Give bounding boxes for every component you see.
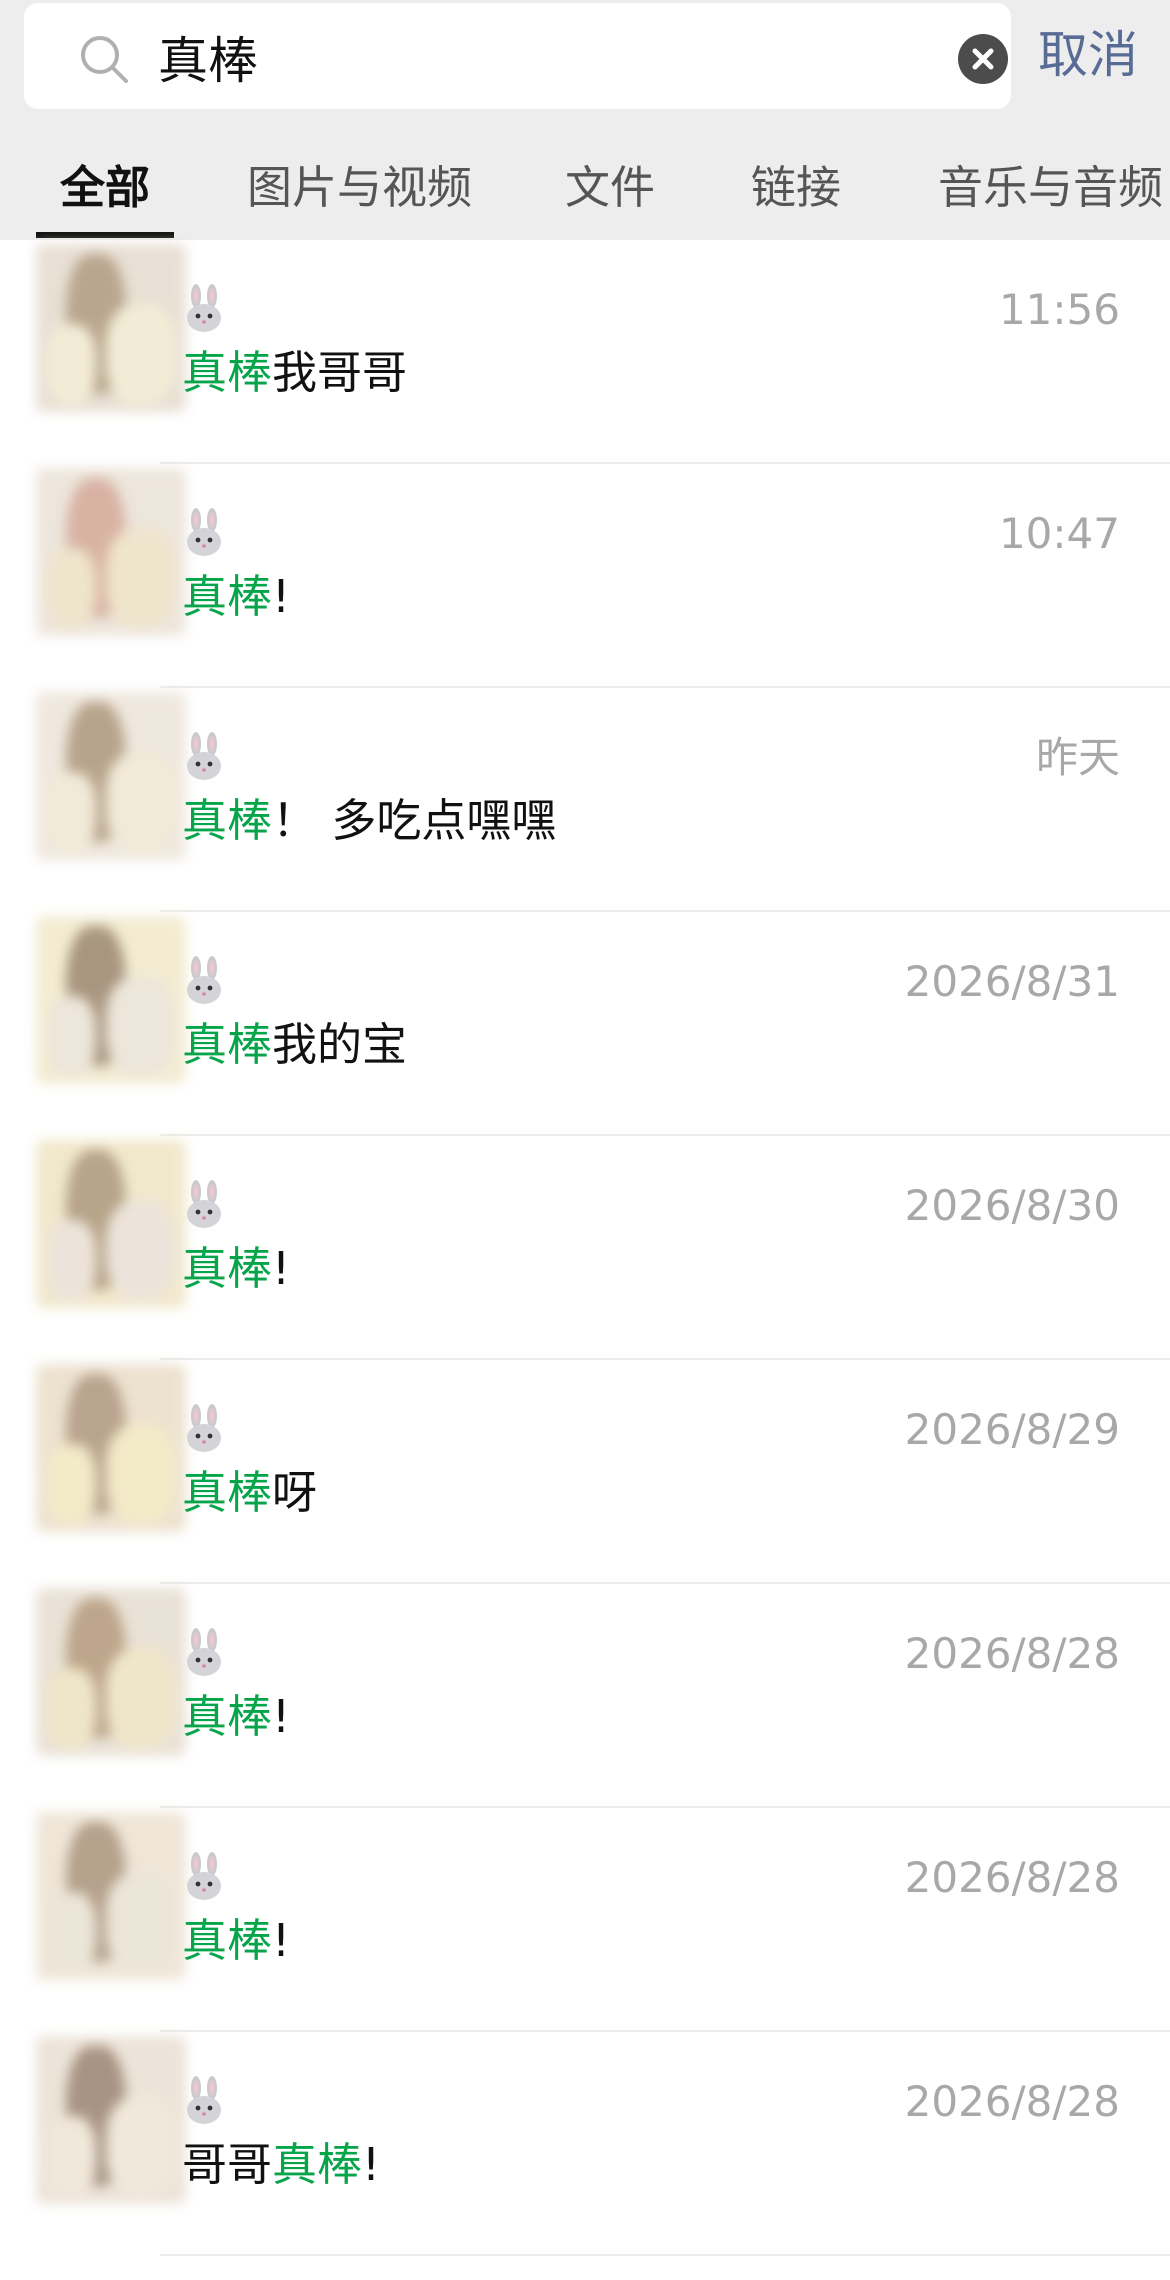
- result-time: 2026/8/28: [904, 1629, 1120, 1678]
- rabbit-icon: [187, 2076, 221, 2124]
- search-result-row[interactable]: 2026/8/30 真棒!: [0, 1136, 1170, 1360]
- avatar: [36, 916, 186, 1084]
- search-result-row[interactable]: 2026/8/28 真棒!: [0, 1584, 1170, 1808]
- result-message: 真棒!: [182, 1238, 290, 1300]
- result-time: 11:56: [998, 285, 1120, 334]
- rabbit-icon: [187, 956, 221, 1004]
- clear-search-button[interactable]: [958, 34, 1008, 84]
- result-time: 2026/8/28: [904, 2077, 1120, 2126]
- message-text-after: !: [362, 2138, 381, 2191]
- result-message: 真棒!: [182, 1686, 290, 1748]
- rabbit-icon: [187, 508, 221, 556]
- message-text-after: 呀: [272, 1466, 318, 1519]
- search-result-row[interactable]: 10:47 真棒!: [0, 464, 1170, 688]
- rabbit-icon: [187, 1628, 221, 1676]
- result-time: 2026/8/30: [904, 1181, 1120, 1230]
- message-text-after: 我哥哥: [272, 346, 408, 399]
- message-keyword-highlight: 真棒: [272, 2138, 363, 2191]
- result-message: 哥哥真棒!: [182, 2134, 380, 2196]
- avatar: [36, 692, 186, 860]
- message-keyword-highlight: 真棒: [182, 1466, 273, 1519]
- message-text-before: 哥哥: [182, 2138, 273, 2191]
- result-time: 2026/8/29: [904, 1405, 1120, 1454]
- result-message: 真棒!: [182, 566, 290, 628]
- message-text-after: 我的宝: [272, 1018, 408, 1071]
- search-icon: [81, 36, 128, 83]
- tab-links[interactable]: 链接: [751, 158, 841, 218]
- tab-images-videos[interactable]: 图片与视频: [247, 158, 472, 218]
- search-result-row[interactable]: 昨天真棒！ 多吃点嘿嘿: [0, 688, 1170, 912]
- result-message: 真棒我哥哥: [182, 342, 407, 404]
- message-keyword-highlight: 真棒: [182, 346, 273, 399]
- search-result-row[interactable]: 2026/8/29 真棒呀: [0, 1360, 1170, 1584]
- message-keyword-highlight: 真棒: [182, 794, 273, 847]
- result-message: 真棒!: [182, 1910, 290, 1972]
- rabbit-icon: [187, 1404, 221, 1452]
- search-input[interactable]: [158, 23, 918, 91]
- filter-tabs: 全部 图片与视频 文件 链接 音乐与音频: [0, 150, 1170, 240]
- message-text-after: !: [272, 1242, 291, 1295]
- result-time: 2026/8/31: [904, 957, 1120, 1006]
- result-message: 真棒！ 多吃点嘿嘿: [182, 790, 556, 852]
- result-time: 昨天: [1035, 733, 1120, 782]
- rabbit-icon: [187, 1180, 221, 1228]
- avatar: [36, 1588, 186, 1756]
- avatar: [36, 244, 186, 412]
- search-result-row[interactable]: 2026/8/31 真棒我的宝: [0, 912, 1170, 1136]
- message-text-after: !: [272, 1690, 291, 1743]
- avatar: [36, 2036, 186, 2204]
- clear-icon: [972, 48, 994, 70]
- avatar: [36, 468, 186, 636]
- search-box[interactable]: [24, 3, 1011, 109]
- avatar: [36, 1140, 186, 1308]
- search-result-row[interactable]: 2026/8/28 真棒!: [0, 1808, 1170, 2032]
- avatar: [36, 1812, 186, 1980]
- result-time: 10:47: [998, 509, 1120, 558]
- rabbit-icon: [187, 284, 221, 332]
- rabbit-icon: [187, 732, 221, 780]
- message-keyword-highlight: 真棒: [182, 1242, 273, 1295]
- result-message: 真棒我的宝: [182, 1014, 407, 1076]
- message-keyword-highlight: 真棒: [182, 1914, 273, 1967]
- search-result-row[interactable]: 11:56 真棒我哥哥: [0, 240, 1170, 464]
- result-time: 2026/8/28: [904, 1853, 1120, 1902]
- tab-music-audio[interactable]: 音乐与音频: [938, 158, 1163, 218]
- search-header: 取消 全部 图片与视频 文件 链接 音乐与音频: [0, 0, 1170, 240]
- message-text-after: ！ 多吃点嘿嘿: [272, 794, 557, 847]
- cancel-button[interactable]: 取消: [1038, 22, 1138, 88]
- tab-files[interactable]: 文件: [565, 158, 655, 218]
- row-divider: [160, 2254, 1170, 2256]
- message-keyword-highlight: 真棒: [182, 570, 273, 623]
- rabbit-icon: [187, 1852, 221, 1900]
- search-result-row[interactable]: 2026/8/28 哥哥真棒!: [0, 2032, 1170, 2256]
- message-text-after: !: [272, 1914, 291, 1967]
- message-text-after: !: [272, 570, 291, 623]
- tab-all[interactable]: 全部: [60, 158, 150, 218]
- message-keyword-highlight: 真棒: [182, 1690, 273, 1743]
- avatar: [36, 1364, 186, 1532]
- active-tab-indicator: [36, 232, 174, 238]
- message-keyword-highlight: 真棒: [182, 1018, 273, 1071]
- result-message: 真棒呀: [182, 1462, 317, 1524]
